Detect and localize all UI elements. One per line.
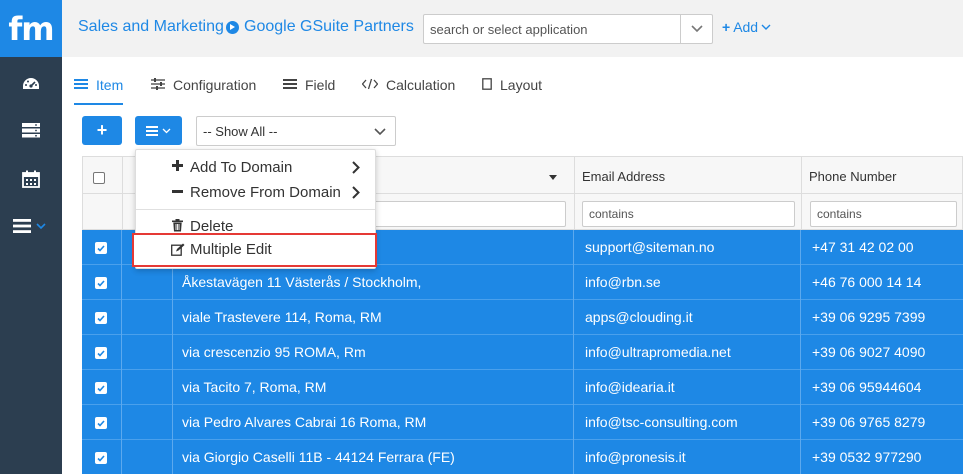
chevron-down-icon	[761, 24, 771, 30]
column-header-email[interactable]: Email Address	[582, 169, 665, 184]
menu-item-multiple-edit-label: Multiple Edit	[190, 241, 272, 258]
code-icon	[362, 78, 378, 90]
plus-icon	[172, 160, 183, 171]
application-search-input[interactable]	[424, 15, 679, 43]
chevron-right-icon	[352, 161, 360, 174]
sidebar: fm	[0, 0, 62, 474]
row-phone: +47 31 42 02 00	[812, 239, 914, 255]
menu-divider	[136, 209, 375, 210]
row-email: info@tsc-consulting.com	[585, 414, 738, 430]
row-address: via Giorgio Caselli 11B - 44124 Ferrara …	[182, 449, 455, 465]
breadcrumb-app[interactable]: Google GSuite Partners	[244, 18, 414, 36]
table-row[interactable]: Åkestavägen 11 Västerås / Stockholm, inf…	[82, 265, 963, 300]
tab-calculation-label: Calculation	[386, 77, 456, 93]
row-checkbox[interactable]	[95, 242, 107, 254]
row-email: info@rbn.se	[585, 274, 661, 290]
row-address: via Pedro Alvares Cabrai 16 Roma, RM	[182, 414, 427, 430]
top-bar: Sales and Marketing Google GSuite Partne…	[62, 0, 963, 57]
menu-item-add-to-domain[interactable]: Add To Domain	[136, 156, 375, 180]
menu-item-multiple-edit[interactable]: Multiple Edit	[132, 233, 377, 267]
row-email: apps@clouding.it	[585, 309, 693, 325]
edit-icon	[171, 243, 185, 256]
list-icon	[74, 79, 88, 89]
field-icon	[283, 79, 297, 89]
row-phone: +39 06 95944604	[812, 379, 922, 395]
chevron-down-icon[interactable]	[680, 15, 712, 43]
add-item-button[interactable]: +	[82, 116, 122, 145]
email-filter-input[interactable]	[582, 201, 795, 227]
row-checkbox[interactable]	[95, 312, 107, 324]
tab-field-label: Field	[305, 77, 336, 93]
chevron-down-icon	[162, 128, 171, 133]
row-checkbox[interactable]	[95, 382, 107, 394]
hamburger-icon	[146, 125, 158, 136]
trash-icon	[172, 219, 183, 232]
minus-icon	[172, 190, 183, 193]
dashboard-icon[interactable]	[0, 68, 62, 102]
database-icon[interactable]	[0, 113, 62, 147]
row-email: info@idearia.it	[585, 379, 675, 395]
table-row[interactable]: via Tacito 7, Roma, RM info@idearia.it +…	[82, 370, 963, 405]
row-phone: +39 06 9765 8279	[812, 414, 926, 430]
tab-configuration-label: Configuration	[173, 77, 257, 93]
row-checkbox[interactable]	[95, 417, 107, 429]
add-label: Add	[733, 19, 759, 35]
row-checkbox[interactable]	[95, 347, 107, 359]
sliders-icon	[151, 78, 165, 90]
tab-configuration[interactable]: Configuration	[151, 77, 256, 105]
select-all-checkbox[interactable]	[93, 172, 105, 184]
row-email: info@ultrapromedia.net	[585, 344, 731, 360]
phone-filter-input[interactable]	[810, 201, 957, 227]
view-filter-select[interactable]: -- Show All --	[196, 116, 396, 146]
column-header-phone[interactable]: Phone Number	[809, 169, 896, 184]
plus-icon: +	[722, 19, 731, 35]
table-row[interactable]: via Pedro Alvares Cabrai 16 Roma, RM inf…	[82, 405, 963, 440]
breadcrumb-separator-icon	[226, 21, 239, 34]
row-address: via crescenzio 95 ROMA, Rm	[182, 344, 366, 360]
row-email: support@siteman.no	[585, 239, 715, 255]
row-phone: +46 76 000 14 14	[812, 274, 922, 290]
row-email: info@pronesis.it	[585, 449, 686, 465]
add-dropdown-button[interactable]: + Add	[722, 19, 771, 35]
view-filter-value: -- Show All --	[203, 124, 278, 139]
menu-item-remove-from-domain[interactable]: Remove From Domain	[136, 181, 375, 205]
row-checkbox[interactable]	[95, 452, 107, 464]
app-logo[interactable]: fm	[0, 0, 62, 57]
tab-layout[interactable]: Layout	[482, 77, 542, 105]
tab-item-label: Item	[96, 77, 124, 93]
table-row[interactable]: viale Trastevere 114, Roma, RM apps@clou…	[82, 300, 963, 335]
layout-icon	[482, 78, 492, 90]
tab-layout-label: Layout	[500, 77, 543, 93]
application-search	[423, 14, 713, 44]
row-checkbox[interactable]	[95, 277, 107, 289]
row-phone: +39 06 9295 7399	[812, 309, 926, 325]
sort-desc-icon[interactable]	[549, 175, 557, 180]
row-address: viale Trastevere 114, Roma, RM	[182, 309, 382, 325]
actions-menu-button[interactable]	[135, 116, 182, 145]
tab-calculation[interactable]: Calculation	[362, 77, 455, 105]
chevron-down-icon	[374, 128, 386, 136]
table-row[interactable]: via Giorgio Caselli 11B - 44124 Ferrara …	[82, 440, 963, 474]
tab-item[interactable]: Item	[74, 77, 124, 105]
tab-field[interactable]: Field	[283, 77, 335, 105]
row-phone: +39 06 9027 4090	[812, 344, 926, 360]
main-menu-icon[interactable]	[0, 209, 62, 243]
breadcrumb-workspace[interactable]: Sales and Marketing	[78, 18, 224, 36]
calendar-icon[interactable]	[0, 162, 62, 196]
table-row[interactable]: via crescenzio 95 ROMA, Rm info@ultrapro…	[82, 335, 963, 370]
row-phone: +39 0532 977290	[812, 449, 922, 465]
row-address: Åkestavägen 11 Västerås / Stockholm,	[182, 274, 422, 290]
row-address: via Tacito 7, Roma, RM	[182, 379, 327, 395]
chevron-right-icon	[352, 186, 360, 199]
tab-bar: Item Configuration Field Calculation Lay…	[62, 57, 963, 105]
